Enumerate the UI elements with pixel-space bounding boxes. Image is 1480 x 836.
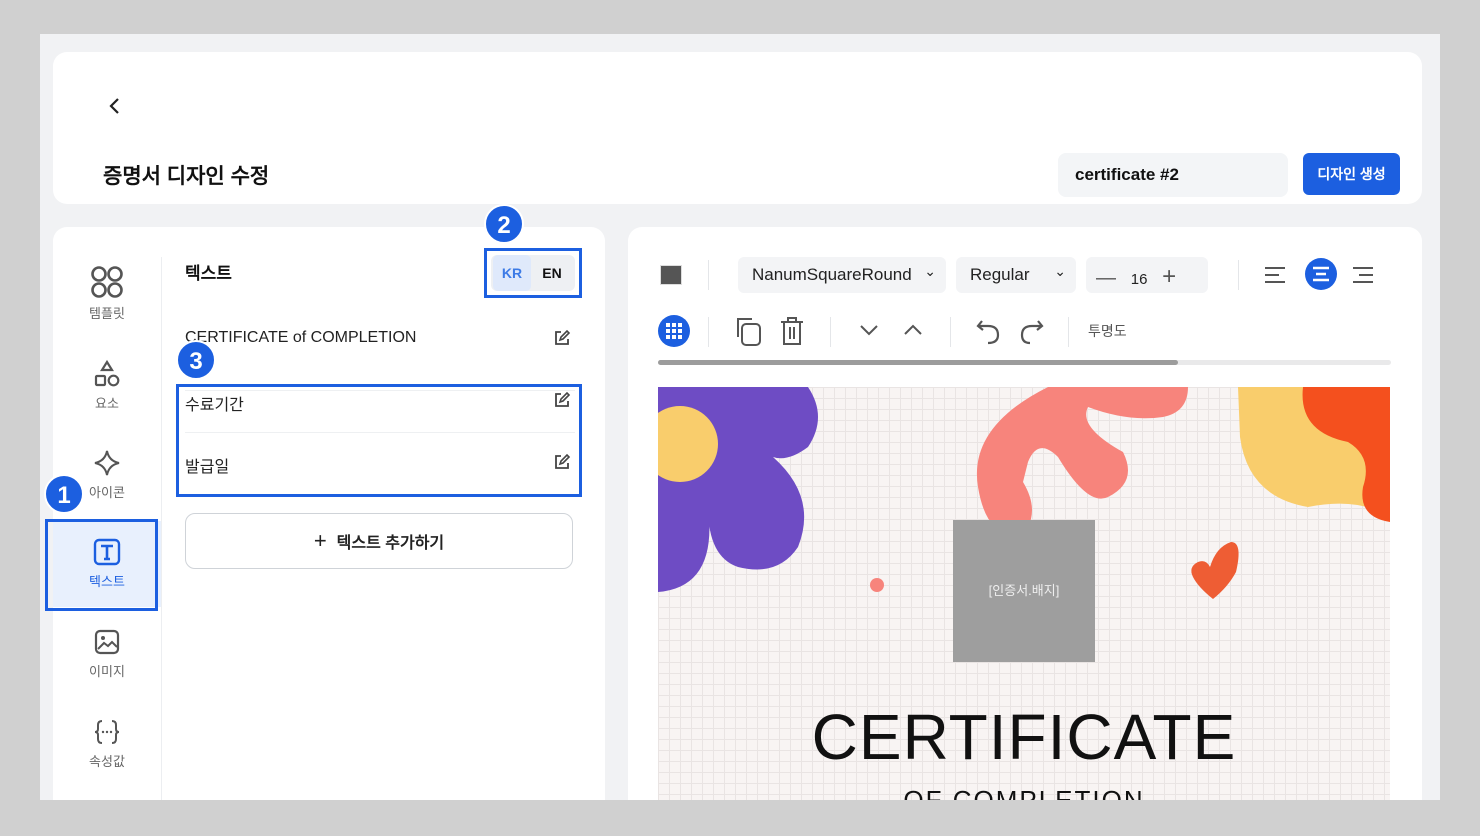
annotation-badge-2: 2 — [484, 204, 524, 244]
editor-panel: NanumSquareRound ⌄ Regular ⌄ — 16 + 투명도 — [628, 227, 1422, 800]
minus-icon[interactable]: — — [1096, 267, 1116, 289]
sidebar-item-label: 아이콘 — [89, 485, 125, 500]
delete-icon[interactable] — [778, 315, 806, 347]
left-panel: 템플릿 요소 아이콘 텍스트 이미지 속성값 텍스트 KR EN CERTIFI… — [53, 227, 605, 800]
undo-icon[interactable] — [974, 315, 1002, 347]
sidebar-item-label: 속성값 — [89, 754, 125, 769]
grid-toggle-button[interactable] — [658, 315, 690, 347]
document-name-input[interactable]: certificate #2 — [1058, 153, 1288, 197]
header-card: 증명서 디자인 수정 certificate #2 디자인 생성 — [53, 52, 1422, 204]
certificate-heading[interactable]: CERTIFICATE — [658, 700, 1390, 774]
move-up-icon[interactable] — [902, 322, 924, 338]
sidebar-item-label: 요소 — [95, 396, 119, 411]
chevron-left-icon — [109, 98, 119, 114]
chevron-down-icon: ⌄ — [1054, 263, 1066, 279]
certificate-subheading[interactable]: OF COMPLETION — [658, 785, 1390, 800]
heart-shape — [1191, 542, 1239, 599]
duplicate-icon[interactable] — [732, 315, 762, 347]
annotation-badge-3: 3 — [176, 340, 216, 380]
annotation-box-3 — [176, 384, 582, 497]
grid-icon — [666, 323, 682, 339]
back-button[interactable] — [108, 96, 122, 122]
color-swatch[interactable] — [660, 265, 682, 285]
font-size-value[interactable]: 16 — [1131, 271, 1148, 288]
add-text-button[interactable]: + 텍스트 추가하기 — [185, 513, 573, 569]
sidebar-item-template[interactable]: 템플릿 — [53, 265, 161, 325]
sidebar-item-label: 이미지 — [89, 664, 125, 679]
opacity-label[interactable]: 투명도 — [1088, 321, 1127, 341]
font-family-value: NanumSquareRound — [752, 265, 912, 284]
align-center-icon — [1313, 266, 1329, 282]
horizontal-scrollbar[interactable] — [658, 360, 1391, 365]
badge-placeholder[interactable]: [인증서.배지] — [953, 520, 1095, 662]
coral-blob-shape — [976, 387, 1188, 532]
sidebar-item-label: 템플릿 — [89, 306, 125, 321]
certificate-canvas[interactable]: [인증서.배지] CERTIFICATE OF COMPLETION — [658, 387, 1390, 800]
image-icon — [94, 629, 120, 655]
app-window: 증명서 디자인 수정 certificate #2 디자인 생성 템플릿 요소 … — [40, 34, 1440, 800]
font-weight-select[interactable]: Regular ⌄ — [956, 257, 1076, 293]
redo-icon[interactable] — [1018, 315, 1046, 347]
braces-icon — [94, 720, 120, 744]
plus-icon: + — [313, 528, 327, 553]
panel-title: 텍스트 — [185, 264, 232, 283]
template-grid-icon — [91, 266, 123, 298]
align-right-icon[interactable] — [1352, 265, 1374, 285]
add-text-label: 텍스트 추가하기 — [336, 535, 445, 552]
font-weight-value: Regular — [970, 265, 1030, 284]
sparkle-icon — [94, 450, 120, 476]
sidebar-item-elements[interactable]: 요소 — [53, 359, 161, 419]
font-size-stepper: — 16 + — [1086, 257, 1208, 293]
shapes-icon — [94, 359, 120, 387]
sidebar-item-image[interactable]: 이미지 — [53, 627, 161, 687]
annotation-box-2 — [484, 248, 582, 298]
plus-icon[interactable]: + — [1162, 263, 1176, 290]
scrollbar-thumb[interactable] — [658, 360, 1179, 365]
coral-dot — [870, 578, 884, 592]
edit-icon[interactable] — [553, 329, 571, 347]
sidebar-item-attributes[interactable]: 속성값 — [53, 717, 161, 777]
create-design-button[interactable]: 디자인 생성 — [1303, 153, 1400, 195]
annotation-box-1 — [45, 519, 158, 611]
move-down-icon[interactable] — [858, 322, 880, 338]
annotation-badge-1: 1 — [44, 474, 84, 514]
page-title: 증명서 디자인 수정 — [103, 165, 270, 188]
text-item[interactable]: CERTIFICATE of COMPLETION — [185, 329, 575, 391]
align-center-button[interactable] — [1305, 258, 1337, 290]
text-item-label: CERTIFICATE of COMPLETION — [185, 329, 417, 346]
align-left-icon[interactable] — [1264, 265, 1286, 285]
sidebar-divider — [161, 257, 162, 800]
chevron-down-icon: ⌄ — [924, 263, 936, 279]
font-family-select[interactable]: NanumSquareRound ⌄ — [738, 257, 946, 293]
